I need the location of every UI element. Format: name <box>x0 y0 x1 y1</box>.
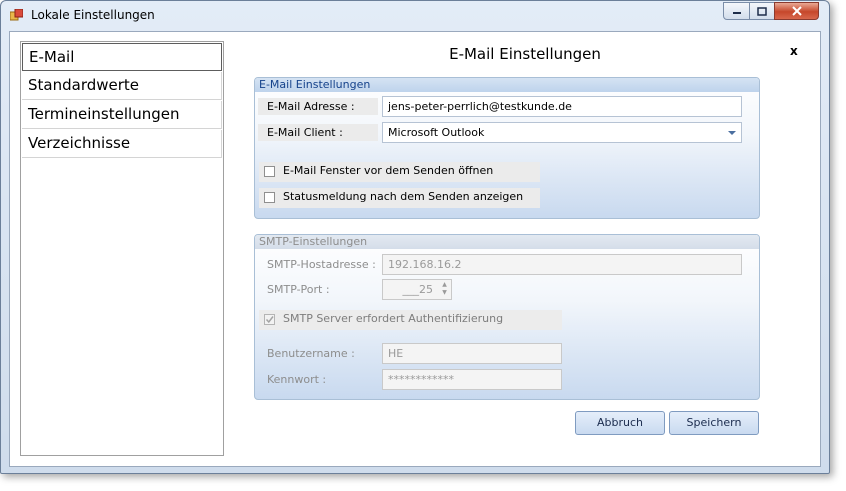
username-field[interactable]: HE <box>382 343 562 364</box>
nav-item-email[interactable]: E-Mail <box>22 43 222 71</box>
minimize-icon <box>732 12 741 14</box>
smtp-host-field[interactable]: 192.168.16.2 <box>382 254 742 275</box>
spin-arrows-icon[interactable]: ▲ ▼ <box>440 281 449 298</box>
close-icon <box>791 6 802 16</box>
group-header-email: E-Mail Einstellungen <box>255 78 759 92</box>
email-client-value: Microsoft Outlook <box>388 126 485 139</box>
cancel-button[interactable]: Abbruch <box>575 411 665 435</box>
nav-item-standardwerte[interactable]: Standardwerte <box>22 72 222 100</box>
password-field[interactable]: ************ <box>382 369 562 390</box>
status-message-checkbox[interactable] <box>264 192 275 203</box>
open-window-checkbox-label: E-Mail Fenster vor dem Senden öffnen <box>283 164 494 177</box>
email-address-field[interactable]: jens-peter-perrlich@testkunde.de <box>382 96 742 117</box>
close-window-button[interactable] <box>774 2 819 20</box>
app-icon <box>10 9 23 21</box>
minimize-button[interactable] <box>723 2 750 20</box>
open-window-checkbox[interactable] <box>264 166 275 177</box>
password-label: Kennwort : <box>267 373 327 386</box>
open-window-checkbox-row[interactable]: E-Mail Fenster vor dem Senden öffnen <box>259 162 540 182</box>
smtp-auth-checkbox-label: SMTP Server erfordert Authentifizierung <box>283 312 504 325</box>
status-message-checkbox-row[interactable]: Statusmeldung nach dem Senden anzeigen <box>259 188 540 208</box>
title-bar: Lokale Einstellungen <box>1 1 829 31</box>
save-button[interactable]: Speichern <box>669 411 759 435</box>
status-message-checkbox-label: Statusmeldung nach dem Senden anzeigen <box>283 190 524 203</box>
username-label: Benutzername : <box>267 347 355 360</box>
smtp-host-label: SMTP-Hostadresse : <box>267 258 376 271</box>
smtp-port-stepper[interactable]: ___25 ▲ ▼ <box>382 279 452 300</box>
panel-title: E-Mail Einstellungen <box>449 45 601 63</box>
panel-close-button[interactable]: x <box>790 44 798 58</box>
settings-nav: E-Mail Standardwerte Termineinstellungen… <box>20 41 224 456</box>
maximize-icon <box>757 6 767 16</box>
chevron-down-icon[interactable] <box>728 131 736 135</box>
smtp-port-value: ___25 <box>402 283 434 296</box>
smtp-auth-checkbox-row[interactable]: SMTP Server erfordert Authentifizierung <box>259 310 562 330</box>
nav-item-termineinstellungen[interactable]: Termineinstellungen <box>22 101 222 129</box>
smtp-port-label: SMTP-Port : <box>267 283 330 296</box>
email-client-label: E-Mail Client : <box>258 124 378 141</box>
smtp-auth-checkbox[interactable] <box>264 314 275 325</box>
window-title: Lokale Einstellungen <box>31 8 155 22</box>
nav-item-verzeichnisse[interactable]: Verzeichnisse <box>22 130 222 158</box>
email-client-select[interactable]: Microsoft Outlook <box>382 122 742 143</box>
email-address-label: E-Mail Adresse : <box>258 98 378 115</box>
maximize-button[interactable] <box>749 2 775 20</box>
group-header-smtp: SMTP-Einstellungen <box>255 235 759 249</box>
checkmark-icon <box>265 316 274 324</box>
